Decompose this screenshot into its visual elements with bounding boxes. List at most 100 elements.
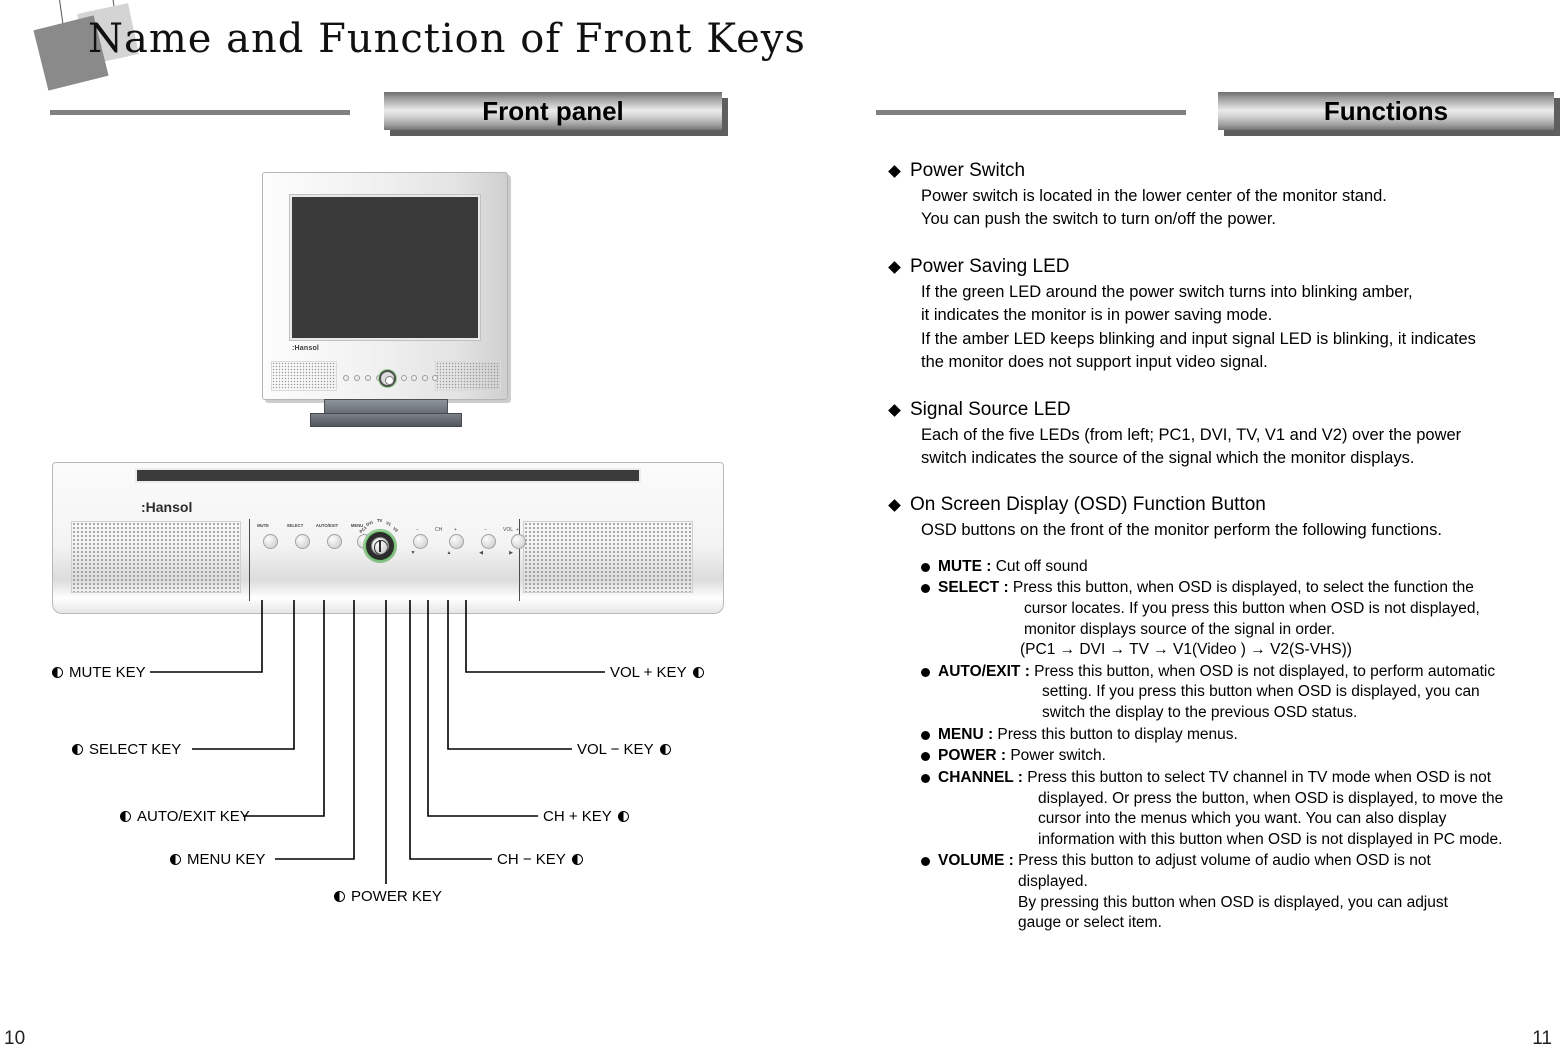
round-bullet-icon — [921, 562, 930, 572]
panel-button-ch-minus-dot-icon — [413, 534, 428, 549]
half-circle-bullet-icon — [571, 854, 583, 865]
monitor-key-mute-icon — [343, 375, 349, 381]
section-heading: Power Switch — [888, 160, 1550, 182]
banner-label-front-panel: Front panel — [384, 92, 722, 130]
monitor-key-auto-exit-icon — [365, 375, 371, 381]
callout-ch-plus-key-label: CH + KEY — [543, 808, 612, 825]
osd-item-continuation: switch the display to the previous OSD s… — [1042, 704, 1358, 722]
monitor-speaker-grille-right — [435, 361, 501, 391]
callout-auto-exit-key: AUTO/EXIT KEY — [120, 808, 250, 825]
callout-vol-plus-key: VOL + KEY — [610, 664, 704, 681]
body-line: OSD buttons on the front of the monitor … — [921, 521, 1442, 540]
callout-ch-minus-key-label: CH − KEY — [497, 851, 566, 868]
osd-item-text: MENU : Press this button to display menu… — [938, 725, 1238, 743]
half-circle-bullet-icon — [52, 667, 63, 678]
osd-list-item: POWER : Power switch. — [921, 746, 1550, 767]
panel-divider-right — [519, 519, 520, 601]
monitor-key-ch-plus-icon — [411, 375, 417, 381]
panel-power-button[interactable]: PC1 DVI TV V1 V2 — [358, 518, 400, 563]
callout-menu-key-label: MENU KEY — [187, 851, 266, 868]
monitor-key-select-icon — [354, 375, 360, 381]
osd-item-key: MENU : — [938, 725, 994, 743]
monitor-key-ch-minus-icon — [401, 375, 407, 381]
panel-button-auto-exit-dot-icon — [327, 534, 342, 549]
section-body: Power switch is located in the lower cen… — [921, 185, 1550, 232]
callout-mute-key: MUTE KEY — [52, 664, 146, 681]
round-bullet-icon — [921, 730, 930, 740]
panel-button-vol-plus-dot-icon — [511, 534, 526, 549]
function-section-osd: On Screen Display (OSD) Function Button … — [888, 494, 1550, 542]
osd-list-item: SELECT : Press this button, when OSD is … — [921, 578, 1550, 660]
panel-led-label-v2: V2 — [391, 525, 400, 534]
osd-item-continuation: information with this button when OSD is… — [1038, 830, 1503, 848]
monitor-brand-logo: :Hansol — [292, 345, 320, 352]
function-section-signal-source-led: Signal Source LED Each of the five LEDs … — [888, 398, 1550, 471]
osd-item-continuation: gauge or select item. — [1018, 914, 1162, 932]
panel-label-ch: CH — [435, 527, 443, 533]
panel-button-vol-minus-sign: − — [484, 527, 487, 533]
round-bullet-icon — [921, 773, 930, 783]
callout-select-key-label: SELECT KEY — [89, 741, 182, 758]
section-title-power-switch: Power Switch — [910, 160, 1026, 181]
callout-ch-plus-key: CH + KEY — [543, 808, 629, 825]
callout-vol-plus-key-label: VOL + KEY — [610, 664, 687, 681]
panel-led-label-tv: TV — [377, 518, 383, 523]
panel-button-vol-plus-arrow-icon: ▶ — [509, 550, 513, 556]
panel-button-auto-exit-label: AUTO/EXIT — [315, 523, 339, 528]
osd-item-text: MUTE : Cut off sound — [938, 557, 1088, 575]
function-section-power-switch: Power Switch Power switch is located in … — [888, 160, 1550, 232]
monitor-key-vol-minus-icon — [422, 375, 428, 381]
callout-vol-minus-key: VOL − KEY — [577, 741, 671, 758]
power-symbol-icon — [379, 540, 381, 552]
panel-button-ch-plus-dot-icon — [449, 534, 464, 549]
panel-divider-left — [249, 519, 250, 601]
monitor-screen — [289, 194, 481, 341]
osd-item-text: VOLUME : Press this button to adjust vol… — [938, 851, 1448, 933]
diamond-bullet-icon — [888, 260, 901, 274]
panel-button-ch-plus-arrow-icon: ▲ — [446, 550, 452, 556]
panel-speaker-grille-right — [523, 521, 693, 593]
osd-item-continuation: displayed. Or press the button, when OSD… — [1038, 789, 1504, 807]
osd-item-text: SELECT : Press this button, when OSD is … — [938, 578, 1480, 660]
osd-item-key: CHANNEL : — [938, 768, 1023, 786]
half-circle-bullet-icon — [659, 744, 671, 755]
banner-rule — [876, 110, 1186, 115]
panel-button-ch-minus-arrow-icon: ▼ — [410, 550, 416, 556]
panel-button-vol-plus-sign: + — [516, 527, 519, 533]
page-number-right: 11 — [1532, 1028, 1552, 1049]
half-circle-bullet-icon — [120, 811, 131, 822]
osd-item-continuation: cursor into the menus which you want. Yo… — [1038, 810, 1447, 828]
body-line: You can push the switch to turn on/off t… — [921, 210, 1276, 229]
panel-button-group: MUTE SELECT AUTO/EXIT MENU PC1 DVI TV V1… — [253, 518, 526, 583]
osd-signal-source-chain: (PC1 → DVI → TV → V1(Video ) → V2(S-VHS)… — [1020, 641, 1352, 659]
panel-button-mute-label: MUTE — [257, 523, 269, 528]
body-line: If the amber LED keeps blinking and inpu… — [921, 329, 1476, 348]
page-number-left: 10 — [4, 1028, 26, 1049]
monitor-key-vol-plus-icon — [432, 375, 438, 381]
section-title-osd: On Screen Display (OSD) Function Button — [910, 494, 1266, 516]
section-title-signal-source-led: Signal Source LED — [910, 398, 1071, 420]
panel-button-select-dot-icon — [295, 534, 310, 549]
osd-item-text: CHANNEL : Press this button to select TV… — [938, 768, 1503, 850]
diamond-bullet-icon — [888, 499, 901, 513]
panel-led-label-v1: V1 — [385, 520, 392, 527]
body-line: the monitor does not support input video… — [921, 353, 1268, 372]
osd-item-continuation: cursor locates. If you press this button… — [1024, 600, 1480, 618]
panel-label-vol: VOL — [503, 527, 514, 533]
section-body: If the green LED around the power switch… — [921, 281, 1550, 375]
page-title: Name and Function of Front Keys — [88, 16, 806, 62]
callout-select-key: SELECT KEY — [72, 741, 181, 758]
section-heading: On Screen Display (OSD) Function Button — [888, 494, 1550, 516]
panel-led-label-dvi: DVI — [365, 519, 374, 528]
callout-auto-exit-key-label: AUTO/EXIT KEY — [137, 808, 250, 825]
osd-item-text: AUTO/EXIT : Press this button, when OSD … — [938, 662, 1495, 724]
osd-list-item: AUTO/EXIT : Press this button, when OSD … — [921, 662, 1550, 724]
callout-mute-key-label: MUTE KEY — [69, 664, 146, 681]
half-circle-bullet-icon — [170, 854, 181, 865]
osd-list-item: MENU : Press this button to display menu… — [921, 725, 1550, 746]
section-heading: Signal Source LED — [888, 398, 1550, 421]
osd-list-item: CHANNEL : Press this button to select TV… — [921, 768, 1550, 850]
osd-item-continuation: setting. If you press this button when O… — [1042, 683, 1480, 701]
section-title-power-saving-led: Power Saving LED — [910, 255, 1070, 277]
osd-item-continuation: By pressing this button when OSD is disp… — [1018, 893, 1448, 911]
